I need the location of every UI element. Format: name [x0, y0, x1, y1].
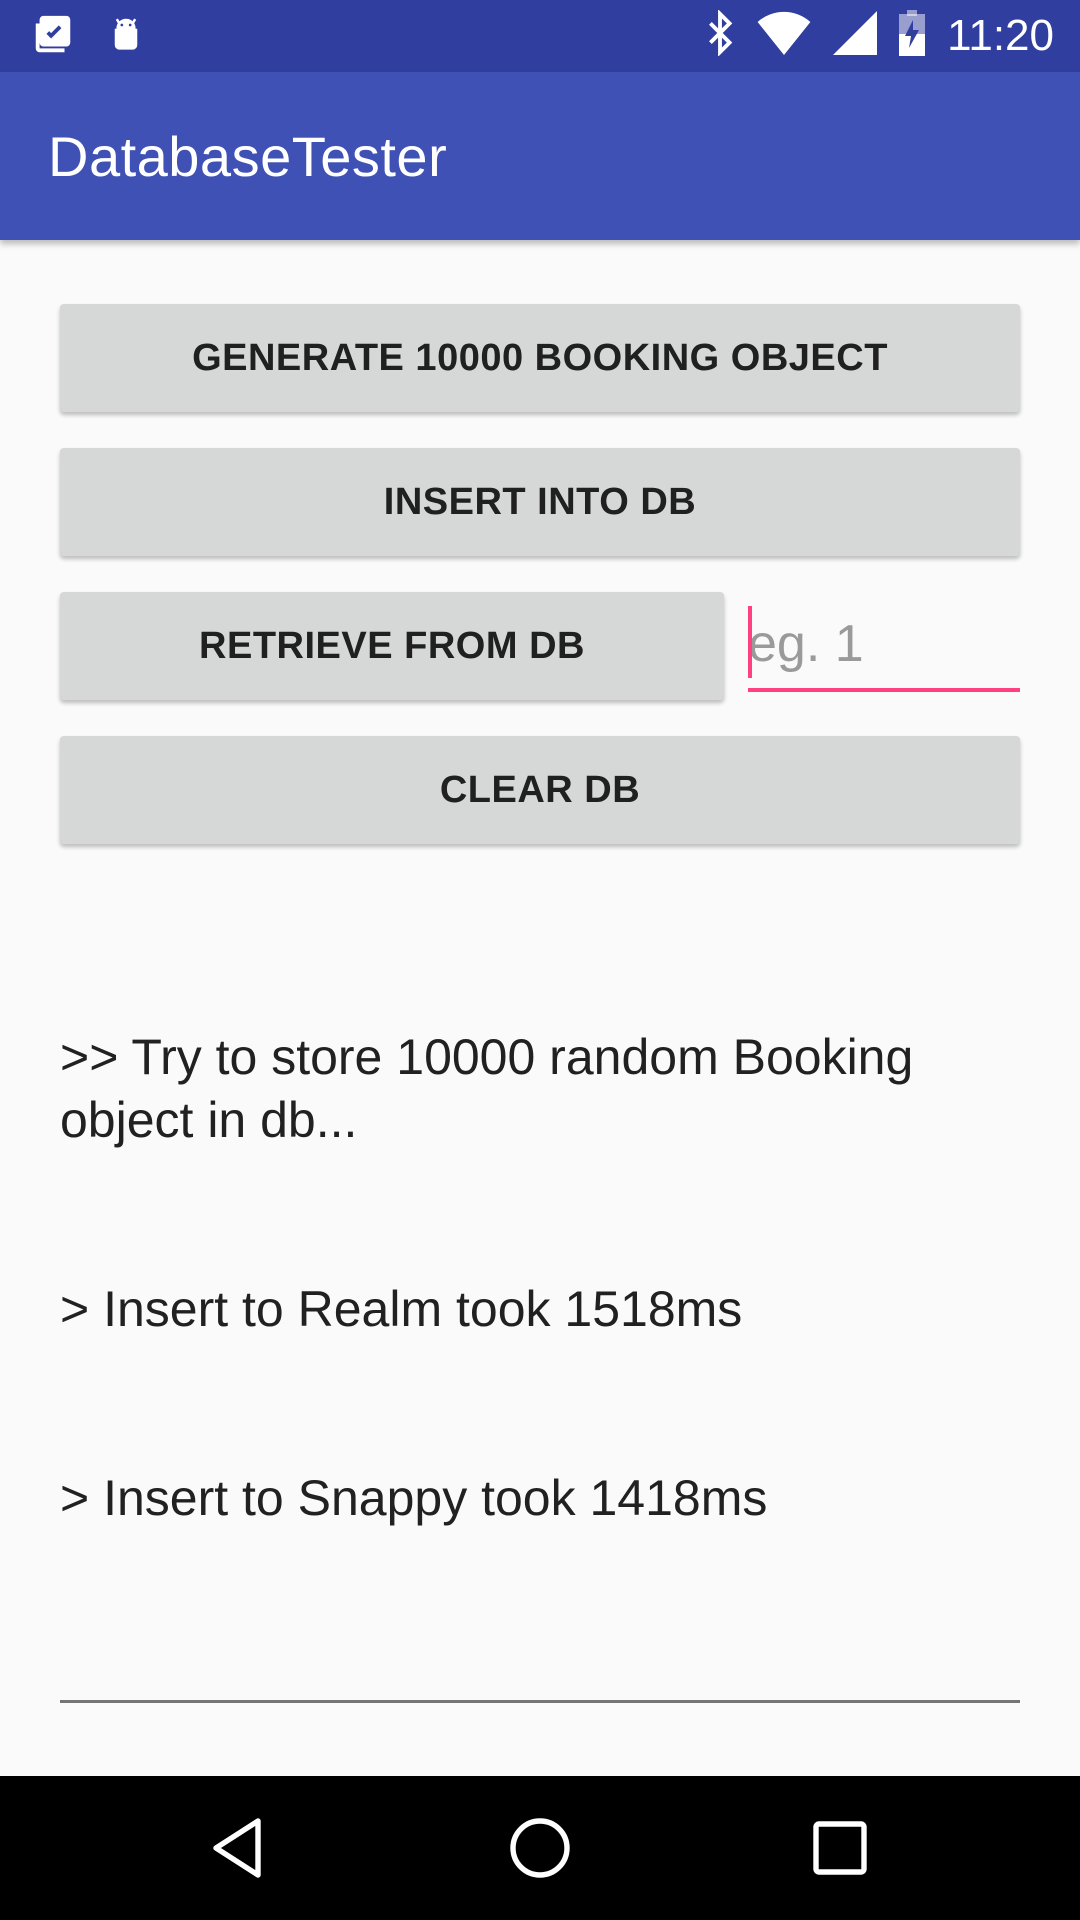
insert-into-db-button[interactable]: INSERT INTO DB	[60, 448, 1020, 556]
log-line: > Insert to Realm took 1518ms	[60, 1281, 743, 1337]
status-time: 11:20	[947, 10, 1054, 60]
signal-icon	[833, 11, 878, 60]
log-output: >> Try to store 10000 random Booking obj…	[60, 900, 1020, 1593]
generate-booking-button[interactable]: GENERATE 10000 BOOKING OBJECT	[60, 304, 1020, 412]
clipboard-check-icon	[30, 12, 76, 63]
navigation-bar	[0, 1776, 1080, 1920]
divider	[60, 1700, 1020, 1703]
recents-icon[interactable]	[804, 1812, 876, 1884]
app-title: DatabaseTester	[48, 125, 448, 188]
home-icon[interactable]	[504, 1812, 576, 1884]
retrieve-from-db-button[interactable]: RETRIEVE FROM DB	[60, 592, 724, 700]
app-bar: DatabaseTester	[0, 72, 1080, 240]
battery-charging-icon	[899, 10, 926, 61]
text-cursor	[748, 606, 752, 678]
bluetooth-icon	[705, 9, 735, 61]
retrieve-id-field[interactable]	[748, 604, 1020, 692]
back-icon[interactable]	[204, 1812, 276, 1884]
log-line: >> Try to store 10000 random Booking obj…	[60, 1029, 928, 1148]
wifi-icon	[757, 11, 811, 60]
clear-db-button[interactable]: CLEAR DB	[60, 736, 1020, 844]
status-bar: 11:20	[0, 0, 1080, 72]
android-icon	[106, 12, 146, 63]
retrieve-id-input[interactable]	[748, 604, 1020, 684]
log-line: > Insert to Snappy took 1418ms	[60, 1470, 768, 1526]
